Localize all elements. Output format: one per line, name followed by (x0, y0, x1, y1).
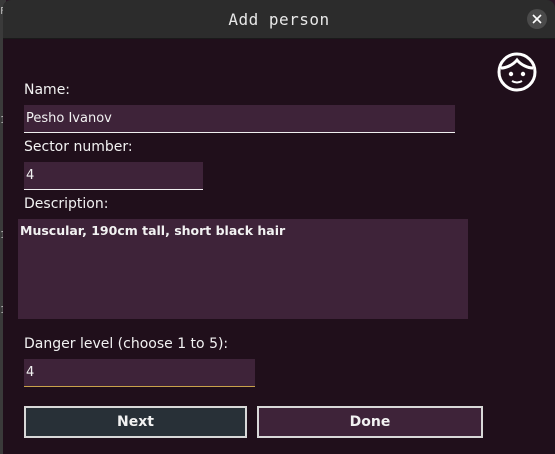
done-button[interactable]: Done (257, 406, 483, 438)
name-label: Name: (24, 82, 71, 98)
add-person-dialog: Add person Name: Sector number: Descript… (3, 0, 555, 454)
close-icon (532, 14, 542, 24)
title-bar[interactable]: Add person (3, 0, 555, 39)
dialog-title: Add person (228, 10, 330, 29)
next-button[interactable]: Next (24, 406, 247, 438)
form-area: Name: Sector number: Description: Muscul… (3, 39, 555, 454)
danger-level-field[interactable] (24, 359, 255, 387)
name-field[interactable] (24, 105, 455, 133)
description-field[interactable]: Muscular, 190cm tall, short black hair (18, 219, 468, 319)
close-button[interactable] (527, 9, 547, 29)
person-face-icon (497, 52, 537, 92)
description-label: Description: (24, 196, 109, 212)
sector-number-field[interactable] (24, 162, 203, 190)
danger-level-label: Danger level (choose 1 to 5): (24, 336, 229, 352)
sector-number-label: Sector number: (24, 139, 133, 155)
